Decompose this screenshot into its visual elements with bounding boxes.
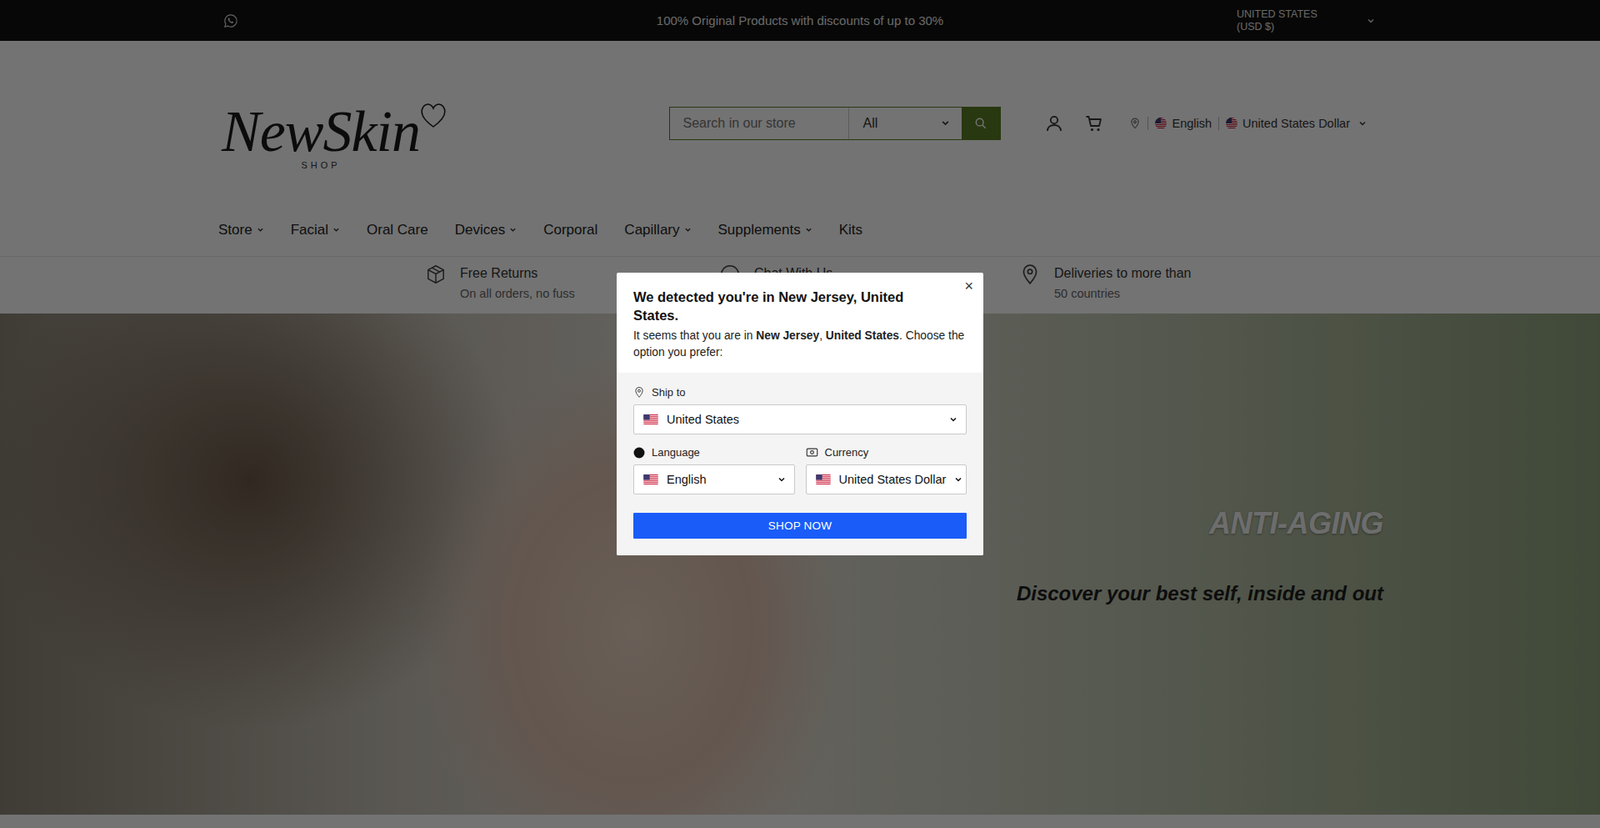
- shop-now-label: SHOP NOW: [768, 519, 832, 532]
- modal-intro: It seems that you are in New Jersey, Uni…: [633, 327, 967, 361]
- chevron-down-icon: [949, 415, 958, 424]
- language-label: Language: [651, 445, 700, 459]
- location-modal: We detected you're in New Jersey, United…: [616, 272, 984, 555]
- ship-to-label: Ship to: [651, 385, 685, 399]
- us-flag-icon: [643, 474, 659, 485]
- modal-title: We detected you're in New Jersey, United…: [633, 287, 967, 325]
- close-button[interactable]: ×: [964, 277, 974, 295]
- chevron-down-icon: [777, 475, 786, 484]
- intro-text: It seems that you are in: [633, 329, 756, 342]
- intro-country: United States: [825, 329, 900, 342]
- ship-to-select[interactable]: United States: [633, 404, 967, 435]
- currency-select-value: United States Dollar: [839, 472, 947, 486]
- language-select[interactable]: English: [633, 464, 795, 495]
- intro-region: New Jersey: [755, 329, 820, 342]
- language-icon: [633, 446, 645, 459]
- language-select-value: English: [666, 472, 707, 486]
- money-icon: [805, 446, 819, 458]
- currency-select[interactable]: United States Dollar: [805, 464, 968, 495]
- pin-icon: [633, 385, 645, 399]
- modal-backdrop[interactable]: We detected you're in New Jersey, United…: [0, 0, 1600, 828]
- ship-to-select-value: United States: [666, 412, 740, 426]
- us-flag-icon: [815, 474, 831, 485]
- intro-separator: ,: [819, 329, 826, 342]
- us-flag-icon: [643, 414, 659, 425]
- chevron-down-icon: [954, 475, 963, 484]
- shop-now-button[interactable]: SHOP NOW: [633, 512, 967, 539]
- currency-label: Currency: [825, 445, 870, 459]
